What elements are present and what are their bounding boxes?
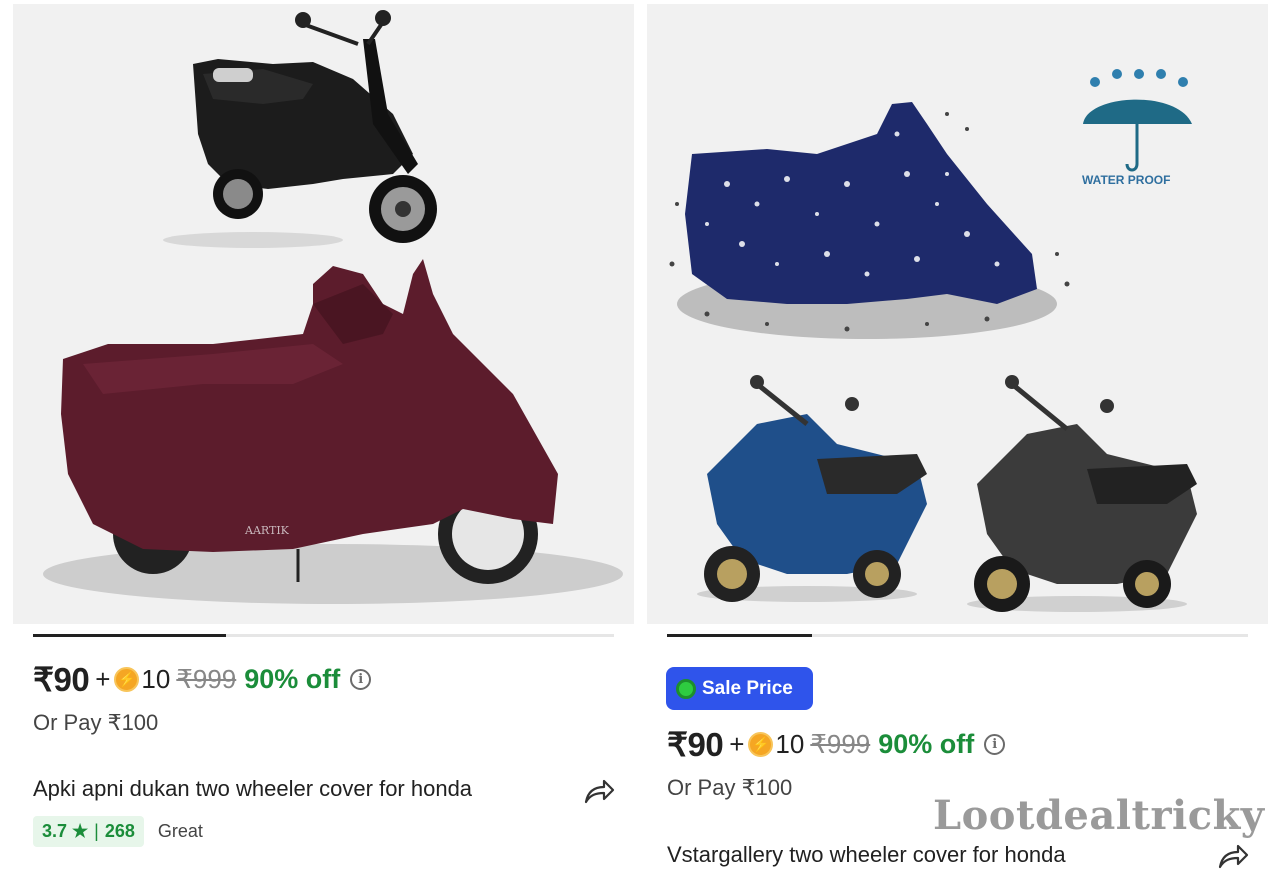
selling-price: ₹90 — [33, 661, 90, 698]
sale-badge-label: Sale Price — [702, 677, 793, 699]
price-row: ₹90 + ⚡ 10 ₹999 90% off i — [33, 660, 372, 699]
lightning-coin-icon: ⚡ — [748, 732, 774, 757]
image-carousel-indicator — [667, 634, 1248, 637]
image-carousel-indicator — [33, 634, 614, 637]
product-card[interactable]: AARTIK ₹90 + ⚡ 10 ₹999 90% off i Or Pay … — [13, 0, 634, 873]
rating-row: 3.7 ★ | 268 Great — [33, 816, 203, 847]
product-title[interactable]: Vstargallery two wheeler cover for honda — [667, 842, 1066, 868]
share-icon[interactable] — [1217, 842, 1249, 870]
watermark-text: Lootdealtricky — [933, 792, 1265, 839]
cover-brand-mark: AARTIK — [244, 524, 290, 537]
original-price: ₹999 — [176, 664, 237, 694]
original-price: ₹999 — [810, 729, 871, 759]
rating-separator: | — [94, 821, 99, 841]
scooter-image — [163, 10, 437, 248]
supercoins-value: 10 — [141, 664, 171, 694]
review-count: 268 — [104, 821, 135, 841]
or-pay-price: Or Pay ₹100 — [33, 710, 159, 735]
info-icon[interactable]: i — [984, 734, 1006, 755]
or-pay-price: Or Pay ₹100 — [667, 775, 793, 800]
selling-price: ₹90 — [667, 726, 724, 763]
discount-percent: 90% off — [244, 664, 341, 694]
maroon-bike-cover-image: AARTIK — [43, 259, 623, 604]
price-row: ₹90 + ⚡ 10 ₹999 90% off i — [667, 725, 1006, 764]
navy-bike-cover-image — [669, 102, 1070, 339]
rating-label: Great — [157, 821, 203, 841]
rating-value: 3.7 ★ — [42, 821, 89, 841]
grey-scooter-image — [967, 375, 1197, 612]
waterproof-label: WATER PROOF — [1082, 173, 1170, 187]
blue-scooter-image — [697, 375, 927, 602]
plus-sign: + — [729, 729, 745, 759]
share-icon[interactable] — [583, 777, 615, 805]
product-title[interactable]: Apki apni dukan two wheeler cover for ho… — [33, 776, 472, 802]
carousel-active-indicator — [33, 634, 226, 637]
supercoins-value: 10 — [775, 729, 805, 759]
rating-badge: 3.7 ★ | 268 — [33, 816, 144, 847]
sale-price-badge: Sale Price — [666, 667, 813, 710]
lightning-coin-icon: ⚡ — [114, 667, 140, 692]
umbrella-icon: WATER PROOF — [1082, 69, 1192, 187]
discount-percent: 90% off — [878, 729, 975, 759]
info-icon[interactable]: i — [350, 669, 372, 690]
sale-dot-icon — [676, 678, 696, 699]
product-image[interactable]: AARTIK — [13, 4, 634, 624]
product-card[interactable]: WATER PROOF Sale Price ₹90 + ⚡ 10 ₹999 9… — [647, 0, 1268, 873]
plus-sign: + — [95, 664, 111, 694]
carousel-active-indicator — [667, 634, 812, 637]
product-image[interactable]: WATER PROOF — [647, 4, 1268, 624]
